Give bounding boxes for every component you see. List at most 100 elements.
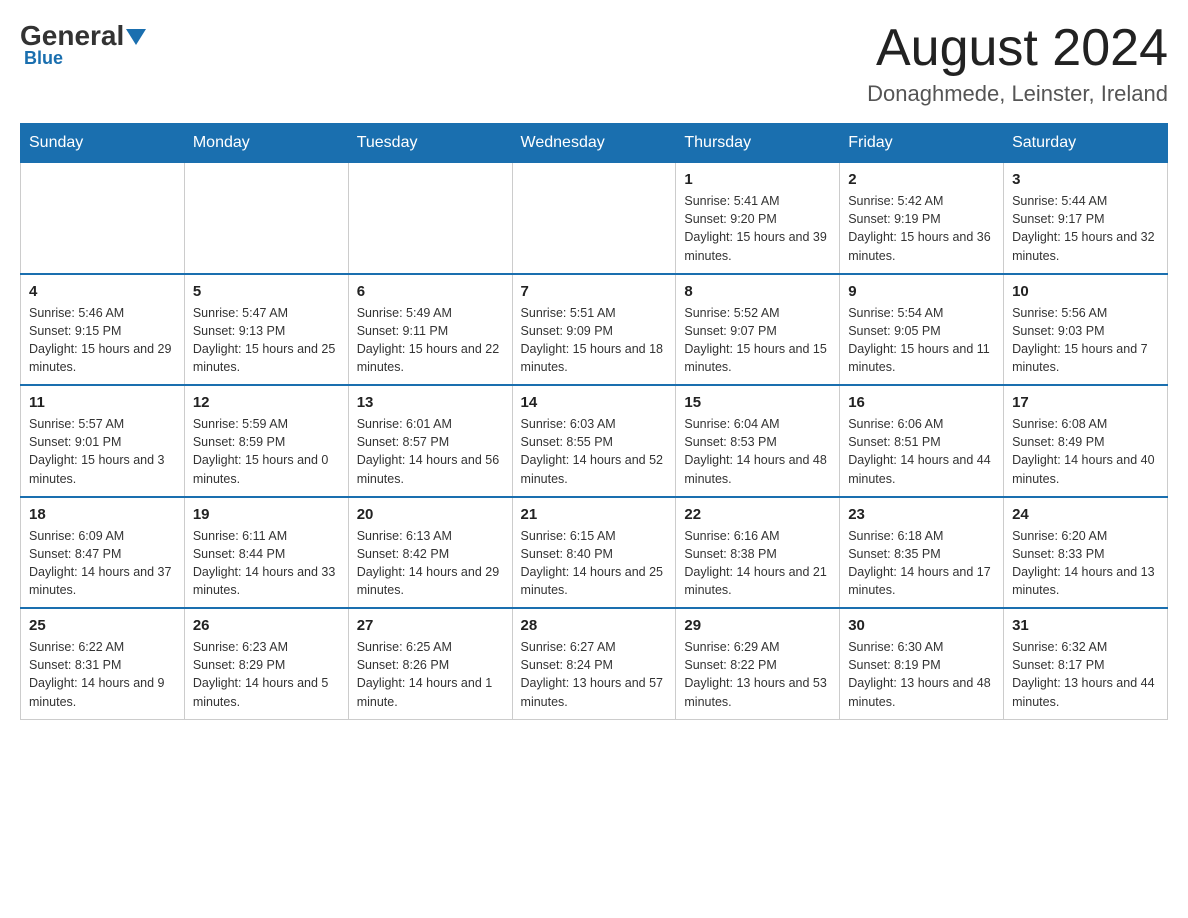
- day-info: Sunrise: 5:44 AMSunset: 9:17 PMDaylight:…: [1012, 192, 1159, 265]
- calendar-cell: 15Sunrise: 6:04 AMSunset: 8:53 PMDayligh…: [676, 385, 840, 497]
- calendar-cell: 22 Sunrise: 6:16 AMSunset: 8:38 PMDayligh…: [676, 497, 840, 609]
- day-number: 25: [29, 617, 176, 634]
- day-number: 4: [29, 283, 176, 300]
- day-number: 22: [684, 506, 831, 523]
- calendar-cell: 5Sunrise: 5:47 AMSunset: 9:13 PMDaylight…: [184, 274, 348, 386]
- day-info: Sunrise: 6:11 AMSunset: 8:44 PMDaylight:…: [193, 527, 340, 600]
- weekday-header-tuesday: Tuesday: [348, 124, 512, 163]
- day-number: 20: [357, 506, 504, 523]
- day-number: 23: [848, 506, 995, 523]
- day-info: Sunrise: 5:46 AMSunset: 9:15 PMDaylight:…: [29, 304, 176, 377]
- day-number: 2: [848, 171, 995, 188]
- day-number: 13: [357, 394, 504, 411]
- day-info: Sunrise: 6:22 AMSunset: 8:31 PMDaylight:…: [29, 638, 176, 711]
- calendar-cell: 23 Sunrise: 6:18 AMSunset: 8:35 PMDayligh…: [840, 497, 1004, 609]
- calendar-cell: 25 Sunrise: 6:22 AMSunset: 8:31 PMDayligh…: [21, 608, 185, 719]
- day-number: 24: [1012, 506, 1159, 523]
- calendar-cell: 16 Sunrise: 6:06 AMSunset: 8:51 PMDayligh…: [840, 385, 1004, 497]
- day-info: Sunrise: 5:42 AMSunset: 9:19 PMDaylight:…: [848, 192, 995, 265]
- day-number: 31: [1012, 617, 1159, 634]
- calendar-cell: 2 Sunrise: 5:42 AMSunset: 9:19 PMDaylight…: [840, 163, 1004, 274]
- calendar-cell: 11 Sunrise: 5:57 AMSunset: 9:01 PMDayligh…: [21, 385, 185, 497]
- calendar-table: SundayMondayTuesdayWednesdayThursdayFrid…: [20, 123, 1168, 720]
- day-number: 12: [193, 394, 340, 411]
- calendar-week-5: 25 Sunrise: 6:22 AMSunset: 8:31 PMDayligh…: [21, 608, 1168, 719]
- calendar-cell: [512, 163, 676, 274]
- calendar-cell: 19 Sunrise: 6:11 AMSunset: 8:44 PMDayligh…: [184, 497, 348, 609]
- calendar-cell: 3 Sunrise: 5:44 AMSunset: 9:17 PMDaylight…: [1004, 163, 1168, 274]
- calendar-cell: 10 Sunrise: 5:56 AMSunset: 9:03 PMDayligh…: [1004, 274, 1168, 386]
- day-number: 27: [357, 617, 504, 634]
- day-number: 21: [521, 506, 668, 523]
- day-number: 8: [684, 283, 831, 300]
- calendar-cell: [184, 163, 348, 274]
- calendar-cell: 9 Sunrise: 5:54 AMSunset: 9:05 PMDaylight…: [840, 274, 1004, 386]
- day-info: Sunrise: 6:27 AMSunset: 8:24 PMDaylight:…: [521, 638, 668, 711]
- calendar-week-1: 1 Sunrise: 5:41 AMSunset: 9:20 PMDaylight…: [21, 163, 1168, 274]
- day-info: Sunrise: 6:08 AMSunset: 8:49 PMDaylight:…: [1012, 415, 1159, 488]
- day-number: 18: [29, 506, 176, 523]
- day-number: 11: [29, 394, 176, 411]
- day-info: Sunrise: 6:01 AMSunset: 8:57 PMDaylight:…: [357, 415, 504, 488]
- day-info: Sunrise: 5:49 AMSunset: 9:11 PMDaylight:…: [357, 304, 504, 377]
- day-number: 15: [684, 394, 831, 411]
- day-number: 26: [193, 617, 340, 634]
- day-info: Sunrise: 6:13 AMSunset: 8:42 PMDaylight:…: [357, 527, 504, 600]
- logo-blue: Blue: [24, 48, 63, 69]
- calendar-cell: 4 Sunrise: 5:46 AMSunset: 9:15 PMDaylight…: [21, 274, 185, 386]
- calendar-week-2: 4 Sunrise: 5:46 AMSunset: 9:15 PMDaylight…: [21, 274, 1168, 386]
- calendar-cell: [348, 163, 512, 274]
- day-number: 10: [1012, 283, 1159, 300]
- calendar-cell: 27 Sunrise: 6:25 AMSunset: 8:26 PMDayligh…: [348, 608, 512, 719]
- subtitle: Donaghmede, Leinster, Ireland: [867, 81, 1168, 107]
- day-number: 3: [1012, 171, 1159, 188]
- weekday-header-row: SundayMondayTuesdayWednesdayThursdayFrid…: [21, 124, 1168, 163]
- day-info: Sunrise: 6:15 AMSunset: 8:40 PMDaylight:…: [521, 527, 668, 600]
- day-number: 7: [521, 283, 668, 300]
- day-info: Sunrise: 6:16 AMSunset: 8:38 PMDaylight:…: [684, 527, 831, 600]
- day-number: 16: [848, 394, 995, 411]
- day-number: 29: [684, 617, 831, 634]
- calendar-cell: 13 Sunrise: 6:01 AMSunset: 8:57 PMDayligh…: [348, 385, 512, 497]
- day-info: Sunrise: 5:56 AMSunset: 9:03 PMDaylight:…: [1012, 304, 1159, 377]
- calendar-cell: 24Sunrise: 6:20 AMSunset: 8:33 PMDayligh…: [1004, 497, 1168, 609]
- day-number: 14: [521, 394, 668, 411]
- day-info: Sunrise: 5:59 AMSunset: 8:59 PMDaylight:…: [193, 415, 340, 488]
- day-number: 19: [193, 506, 340, 523]
- page-header: General Blue August 2024 Donaghmede, Lei…: [20, 20, 1168, 107]
- calendar-cell: 18 Sunrise: 6:09 AMSunset: 8:47 PMDayligh…: [21, 497, 185, 609]
- day-number: 30: [848, 617, 995, 634]
- calendar-cell: 26 Sunrise: 6:23 AMSunset: 8:29 PMDayligh…: [184, 608, 348, 719]
- day-info: Sunrise: 6:25 AMSunset: 8:26 PMDaylight:…: [357, 638, 504, 711]
- calendar-cell: 14 Sunrise: 6:03 AMSunset: 8:55 PMDayligh…: [512, 385, 676, 497]
- day-info: Sunrise: 6:06 AMSunset: 8:51 PMDaylight:…: [848, 415, 995, 488]
- title-section: August 2024 Donaghmede, Leinster, Irelan…: [867, 20, 1168, 107]
- weekday-header-wednesday: Wednesday: [512, 124, 676, 163]
- calendar-cell: 30Sunrise: 6:30 AMSunset: 8:19 PMDayligh…: [840, 608, 1004, 719]
- day-number: 28: [521, 617, 668, 634]
- calendar-cell: 6 Sunrise: 5:49 AMSunset: 9:11 PMDaylight…: [348, 274, 512, 386]
- day-info: Sunrise: 5:57 AMSunset: 9:01 PMDaylight:…: [29, 415, 176, 488]
- logo: General Blue: [20, 20, 146, 69]
- day-number: 9: [848, 283, 995, 300]
- calendar-cell: 21 Sunrise: 6:15 AMSunset: 8:40 PMDayligh…: [512, 497, 676, 609]
- day-info: Sunrise: 5:54 AMSunset: 9:05 PMDaylight:…: [848, 304, 995, 377]
- calendar-cell: 28 Sunrise: 6:27 AMSunset: 8:24 PMDayligh…: [512, 608, 676, 719]
- calendar-cell: 12 Sunrise: 5:59 AMSunset: 8:59 PMDayligh…: [184, 385, 348, 497]
- calendar-week-3: 11 Sunrise: 5:57 AMSunset: 9:01 PMDayligh…: [21, 385, 1168, 497]
- day-info: Sunrise: 5:41 AMSunset: 9:20 PMDaylight:…: [684, 192, 831, 265]
- day-info: Sunrise: 6:23 AMSunset: 8:29 PMDaylight:…: [193, 638, 340, 711]
- calendar-cell: 1 Sunrise: 5:41 AMSunset: 9:20 PMDaylight…: [676, 163, 840, 274]
- weekday-header-monday: Monday: [184, 124, 348, 163]
- day-info: Sunrise: 6:09 AMSunset: 8:47 PMDaylight:…: [29, 527, 176, 600]
- calendar-cell: 17Sunrise: 6:08 AMSunset: 8:49 PMDayligh…: [1004, 385, 1168, 497]
- day-info: Sunrise: 6:18 AMSunset: 8:35 PMDaylight:…: [848, 527, 995, 600]
- calendar-week-4: 18 Sunrise: 6:09 AMSunset: 8:47 PMDayligh…: [21, 497, 1168, 609]
- day-info: Sunrise: 5:47 AMSunset: 9:13 PMDaylight:…: [193, 304, 340, 377]
- day-info: Sunrise: 6:29 AMSunset: 8:22 PMDaylight:…: [684, 638, 831, 711]
- day-number: 1: [684, 171, 831, 188]
- day-info: Sunrise: 6:03 AMSunset: 8:55 PMDaylight:…: [521, 415, 668, 488]
- calendar-cell: 20 Sunrise: 6:13 AMSunset: 8:42 PMDayligh…: [348, 497, 512, 609]
- calendar-cell: 31Sunrise: 6:32 AMSunset: 8:17 PMDayligh…: [1004, 608, 1168, 719]
- day-number: 6: [357, 283, 504, 300]
